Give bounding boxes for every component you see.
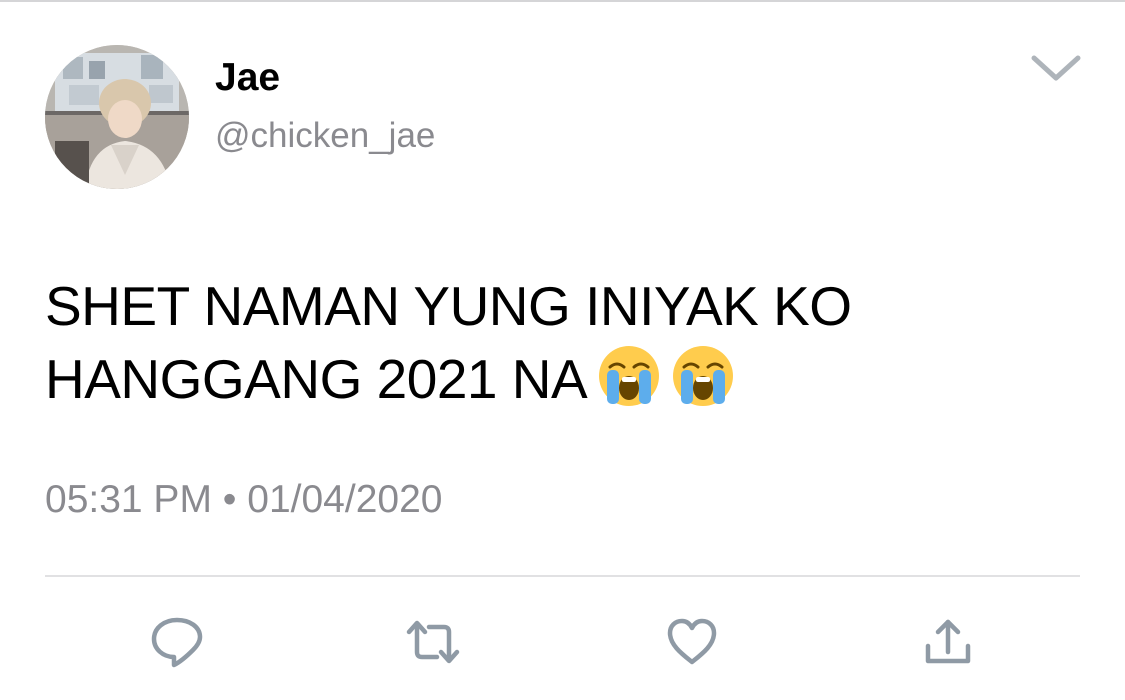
loudly-crying-face-icon — [597, 344, 661, 408]
chevron-down-icon[interactable] — [1028, 52, 1084, 86]
tweet-time: 05:31 PM — [45, 478, 212, 521]
top-border — [0, 0, 1125, 2]
display-name[interactable]: Jae — [215, 54, 280, 102]
loudly-crying-face-icon — [671, 344, 735, 408]
divider — [45, 575, 1080, 577]
tweet-text-line-2-text: HANGGANG 2021 NA — [45, 348, 588, 410]
user-handle[interactable]: @chicken_jae — [215, 114, 435, 158]
share-icon[interactable] — [918, 612, 978, 672]
timestamp-separator: • — [222, 478, 237, 521]
reply-icon[interactable] — [147, 612, 207, 672]
tweet-timestamp: 05:31 PM • 01/04/2020 — [45, 475, 442, 525]
tweet-text-line-2: HANGGANG 2021 NA — [45, 343, 1095, 416]
like-icon[interactable] — [662, 612, 722, 672]
retweet-icon[interactable] — [403, 612, 463, 672]
tweet-date: 01/04/2020 — [247, 478, 443, 521]
tweet-text-line-1: SHET NAMAN YUNG INIYAK KO — [45, 275, 852, 337]
tweet-text: SHET NAMAN YUNG INIYAK KO HANGGANG 2021 … — [45, 270, 1095, 416]
avatar[interactable] — [45, 45, 189, 189]
